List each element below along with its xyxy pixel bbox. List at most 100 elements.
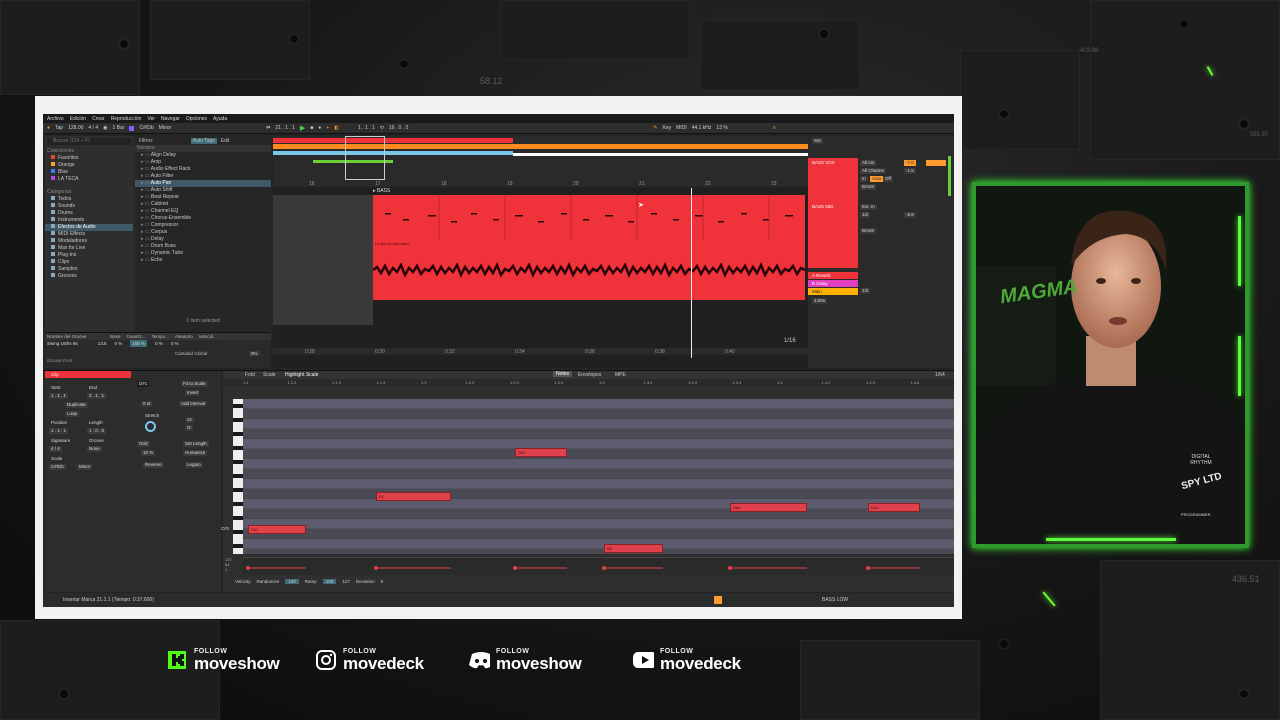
signature-value[interactable]: 4 / 4 <box>49 446 62 452</box>
groove-random[interactable]: 0 % <box>155 340 163 347</box>
deviation-value[interactable]: 0 <box>381 579 384 584</box>
device-item[interactable]: ▸ ▭ Auto Filter <box>135 173 271 180</box>
midi-note[interactable]: B0 <box>604 544 663 553</box>
loop-start[interactable]: 1 . 1 . 1 <box>358 125 375 131</box>
track-header-strip[interactable] <box>808 158 858 268</box>
overdub-icon[interactable]: + <box>326 125 329 131</box>
midi-map-button[interactable]: MIDI <box>676 125 687 131</box>
monitor-in[interactable]: In <box>860 176 868 182</box>
collection-la-teca[interactable]: LA TECA <box>45 176 133 183</box>
main-cue-select[interactable]: 1/2 <box>860 288 871 294</box>
note-grid[interactable]: C#1 E1 D#1 B0 D#1 D#1 <box>243 399 954 554</box>
category-midi-effects[interactable]: MIDI Effects <box>45 231 133 238</box>
loop-length[interactable]: 16 . 0 . 0 <box>389 125 408 131</box>
category-moduladores[interactable]: Moduladores <box>45 238 133 245</box>
menu-ver[interactable]: Ver <box>147 116 155 122</box>
humanize-button[interactable]: Humanize <box>183 450 208 456</box>
randomize-value[interactable]: 100 <box>285 579 299 584</box>
menu-ayuda[interactable]: Ayuda <box>213 116 227 122</box>
stretch-knob[interactable] <box>145 421 156 432</box>
key-map-button[interactable]: Key <box>663 125 672 131</box>
link-icon[interactable]: ● <box>47 125 50 131</box>
tab-notes[interactable]: Notes <box>553 371 573 377</box>
groove-select[interactable]: None <box>87 446 102 452</box>
category-drums[interactable]: Drums <box>45 210 133 217</box>
device-item[interactable]: ▸ ▭ Drum Buss <box>135 243 271 250</box>
selected-track-label[interactable]: BASS LOW <box>822 597 848 603</box>
output-select-2[interactable]: BASS <box>860 228 877 234</box>
social-discord[interactable]: FOLLOW moveshow <box>468 648 582 672</box>
follow-icon[interactable]: ⇄ <box>266 125 270 131</box>
return-track-b[interactable]: B Delay <box>808 280 858 287</box>
locator-marker[interactable]: ▸ BASS <box>373 188 390 194</box>
device-item[interactable]: ▸ ▭ Beat Repeat <box>135 194 271 201</box>
draw-mode-icon[interactable]: ✎ <box>653 125 657 131</box>
auto-tags-toggle[interactable]: Auto Tags <box>190 137 217 144</box>
social-kick[interactable]: FOLLOW moveshow <box>166 648 280 672</box>
device-item[interactable]: ▸ ▭ Auto Shift <box>135 187 271 194</box>
return-track-a[interactable]: A Reverb <box>808 272 858 279</box>
device-item[interactable]: ▸ ▭ Corpus <box>135 229 271 236</box>
category-sounds[interactable]: Sounds <box>45 203 133 210</box>
piano-roll-grid[interactable]: 1/64 <box>935 372 945 378</box>
add-interval-button[interactable]: Add Interval <box>179 401 208 407</box>
menu-archivo[interactable]: Archivo <box>47 116 64 122</box>
track-volume[interactable]: -7.0 <box>904 160 916 166</box>
loop-toggle[interactable]: Loop <box>65 411 80 417</box>
device-item[interactable]: ▸ ▭ Chorus-Ensemble <box>135 215 271 222</box>
device-item[interactable]: ▸ ▭ Audio Effect Rack <box>135 166 271 173</box>
monitor-auto[interactable]: Auto <box>870 176 884 182</box>
menu-crear[interactable]: Crear <box>92 116 105 122</box>
ramp-end[interactable]: 127 <box>342 579 350 584</box>
scale-mode-icon[interactable] <box>129 125 135 131</box>
browser-search-input[interactable]: Buscar (Ctrl + F) <box>47 138 131 145</box>
input-type-select[interactable]: All Ins <box>860 160 877 166</box>
browser-edit-button[interactable]: Edit <box>221 138 230 144</box>
menu-opciones[interactable]: Opciones <box>186 116 207 122</box>
groove-timing[interactable]: 100 % <box>130 340 148 347</box>
category-plug-ins[interactable]: Plug-Ins <box>45 252 133 259</box>
highlight-scale-toggle[interactable]: Highlight Scale <box>285 372 318 378</box>
category-todos[interactable]: Todos <box>45 196 133 203</box>
selected-note[interactable]: D#1 <box>137 381 150 387</box>
loop-icon[interactable]: ⟲ <box>380 125 384 131</box>
device-item[interactable]: ▸ ▭ Compressor <box>135 222 271 229</box>
category-clips[interactable]: Clips <box>45 259 133 266</box>
category-samples[interactable]: Samples <box>45 266 133 273</box>
track-pan[interactable]: -1.5 <box>904 168 916 174</box>
legato-button[interactable]: Legato <box>185 462 203 468</box>
category-grooves[interactable]: Grooves <box>45 273 133 280</box>
length-value[interactable]: 1 . 0 . 0 <box>87 428 107 434</box>
track-volume-2[interactable]: -6.8 <box>904 212 916 218</box>
metronome-icon[interactable]: ◉ <box>103 125 107 131</box>
tempo-field[interactable]: 128.00 <box>68 125 83 131</box>
output-select[interactable]: BASS <box>860 184 877 190</box>
track-name-bass-mid[interactable]: BASS MID <box>812 204 834 209</box>
multiply-button[interactable]: x2 <box>185 417 194 423</box>
arm-buttons[interactable] <box>926 160 946 166</box>
device-item[interactable]: ▸ ▭ Delay <box>135 236 271 243</box>
piano-keyboard[interactable] <box>233 399 243 554</box>
collection-blue[interactable]: Blue <box>45 169 133 176</box>
scale-button[interactable]: Scale <box>263 372 276 378</box>
device-item[interactable]: ▸ ▭ Amp <box>135 159 271 166</box>
set-length-button[interactable]: Set Length <box>183 441 209 447</box>
song-position[interactable]: 21 . 1 . 1 <box>275 125 294 131</box>
divide-button[interactable]: /2 <box>185 425 193 431</box>
tab-envelopes[interactable]: Envelopes <box>578 372 601 378</box>
filters-toggle[interactable]: Filtros <box>139 138 153 144</box>
overview-viewport[interactable] <box>345 136 385 180</box>
set-button[interactable]: Set <box>812 138 823 144</box>
groove-base[interactable]: 1/16 <box>98 340 107 347</box>
arrangement-grid[interactable]: 1/16 <box>784 338 796 344</box>
device-item[interactable]: ▸ ▭ Align Delay <box>135 152 271 159</box>
midi-note[interactable]: C#1 <box>248 525 306 534</box>
clip-name[interactable]: Clip <box>45 371 131 378</box>
velocity-lane[interactable] <box>243 557 954 575</box>
device-item[interactable]: ▸ ▭ Echo <box>135 257 271 264</box>
device-item[interactable]: ▸ ▭ Dynamic Tube <box>135 250 271 257</box>
invert-button[interactable]: Invert <box>185 390 201 396</box>
automation-arm-icon[interactable]: ◧ <box>334 125 339 131</box>
duplicate-button[interactable]: Duplicate <box>65 402 88 408</box>
piano-roll-ruler[interactable]: 1.1 1.1.2 1.1.3 1.1.4 1.2 1.2.2 1.2.3 1.2.4 1.3 1… <box>223 379 954 386</box>
